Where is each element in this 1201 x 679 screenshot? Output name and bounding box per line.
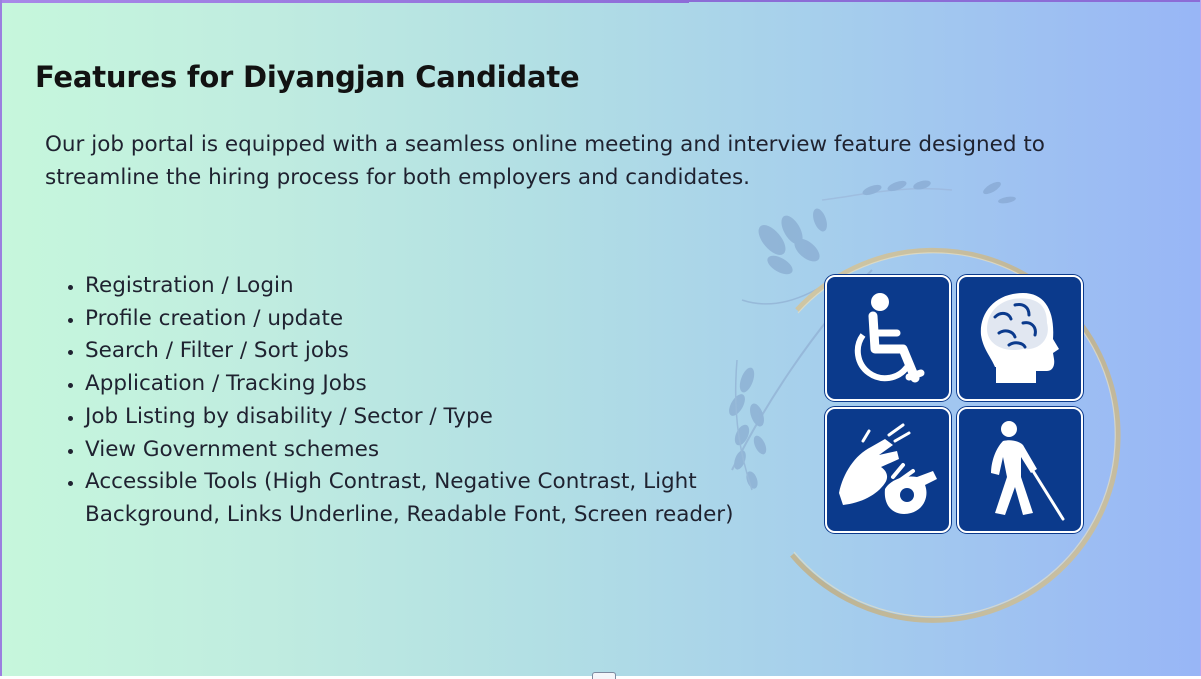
slide-progress-bar [2,0,689,3]
wheelchair-icon [854,293,925,383]
feature-item: Profile creation / update [85,303,785,336]
brain-head-icon [980,293,1059,383]
accessibility-icons-grid [822,272,1086,536]
feature-item: Search / Filter / Sort jobs [85,335,785,368]
sign-language-tile [825,407,951,533]
slide: Features for Diyangjan Candidate Our job… [0,0,1201,679]
slide-title: Features for Diyangjan Candidate [35,60,580,94]
feature-item: Registration / Login [85,270,785,303]
sign-language-icon [839,423,937,514]
slide-top-border [689,0,1200,2]
feature-item: Job Listing by disability / Sector / Typ… [85,401,785,434]
wheelchair-tile [825,275,951,401]
blind-person-tile [957,407,1083,533]
brain-tile [957,275,1083,401]
feature-item: Accessible Tools (High Contrast, Negativ… [85,466,785,531]
blind-person-cane-icon [991,421,1065,521]
feature-item: Application / Tracking Jobs [85,368,785,401]
feature-item: View Government schemes [85,434,785,467]
feature-list: Registration / Login Profile creation / … [42,270,785,532]
